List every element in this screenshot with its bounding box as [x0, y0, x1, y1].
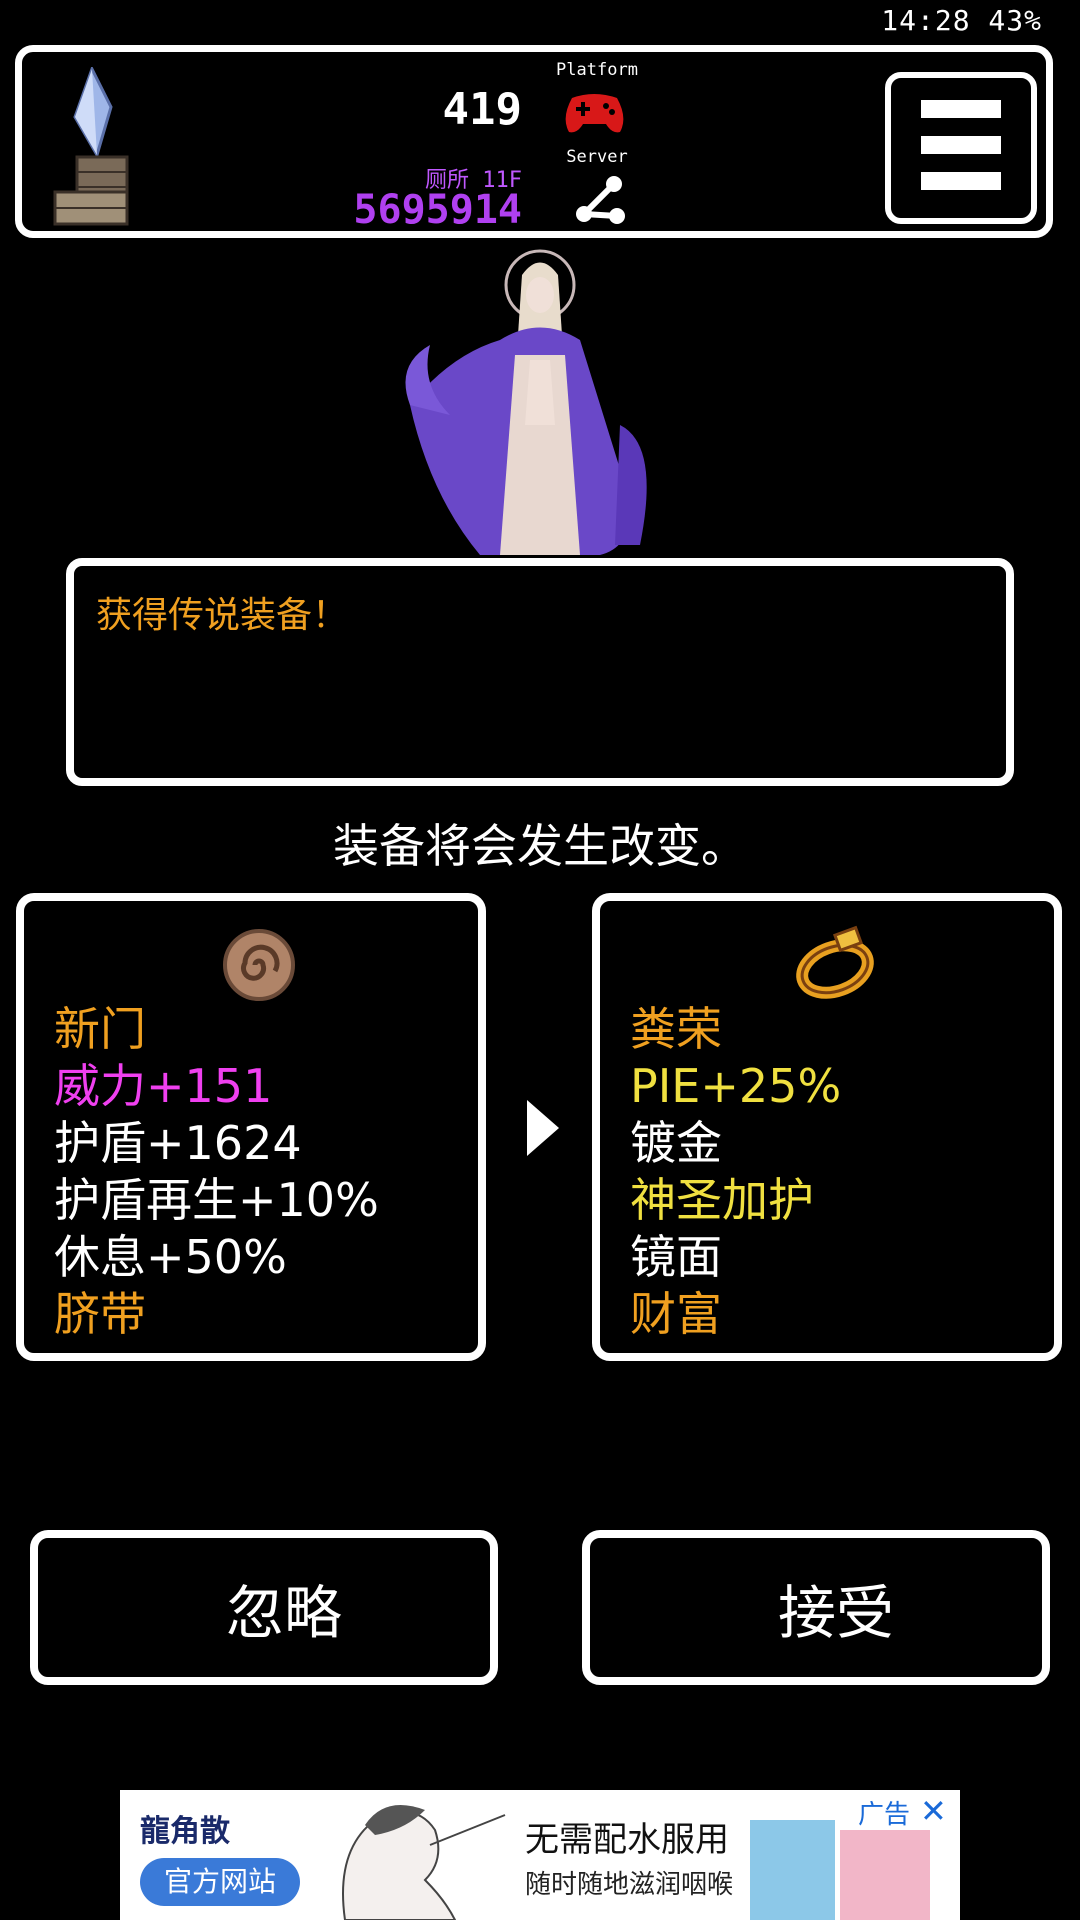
- stat-line: 粪荣: [630, 1002, 722, 1056]
- ad-brand: 龍角散: [140, 1814, 230, 1849]
- ignore-label: 忽略: [225, 1578, 342, 1647]
- stat-line: 护盾再生+10%: [54, 1173, 379, 1227]
- accept-label: 接受: [777, 1578, 894, 1647]
- ad-subline: 随时随地滋润咽喉: [525, 1870, 734, 1900]
- ad-banner[interactable]: 龍角散 官方网站 无需配水服用 随时随地滋润咽喉 广告 ✕: [120, 1790, 960, 1920]
- stat-line: 镜面: [630, 1230, 722, 1284]
- top-hud: 419 厕所 11F 5695914 Platform Server: [15, 45, 1053, 238]
- menu-icon: [921, 136, 1001, 154]
- current-item-stats: 新门 威力+151 护盾+1624 护盾再生+10% 休息+50% 脐带: [54, 1001, 379, 1343]
- gold-counter: 5695914: [353, 187, 522, 233]
- change-notice: 装备将会发生改变。: [333, 819, 747, 873]
- ad-close-icon[interactable]: ✕: [920, 1792, 947, 1830]
- share-icon[interactable]: [572, 172, 627, 227]
- throne-icon: [53, 155, 129, 226]
- gamepad-icon[interactable]: [562, 90, 627, 136]
- status-battery: 43%: [988, 4, 1042, 37]
- stat-line: 镀金: [630, 1116, 722, 1170]
- spiral-charm-icon: [223, 929, 295, 1001]
- golden-ring-icon: [796, 925, 874, 999]
- ad-headline: 无需配水服用: [525, 1820, 729, 1860]
- character-portrait: [405, 249, 647, 555]
- ad-product-pink: [840, 1830, 930, 1920]
- server-label: Server: [566, 147, 628, 167]
- menu-icon: [921, 100, 1001, 118]
- menu-button[interactable]: [885, 72, 1037, 224]
- status-time: 14:28: [881, 4, 971, 37]
- stat-line: PIE+25%: [630, 1059, 842, 1113]
- accept-button[interactable]: 接受: [582, 1530, 1050, 1685]
- stat-line: 护盾+1624: [54, 1116, 302, 1170]
- current-item-card: 新门 威力+151 护盾+1624 护盾再生+10% 休息+50% 脐带: [16, 893, 486, 1361]
- ad-website-button[interactable]: 官方网站: [140, 1858, 300, 1906]
- status-bar: 14:28 43%: [881, 4, 1042, 37]
- stat-line: 财富: [630, 1287, 722, 1341]
- new-item-card: 粪荣 PIE+25% 镀金 神圣加护 镜面 财富: [592, 893, 1062, 1361]
- stat-line: 威力+151: [54, 1059, 273, 1113]
- ad-person-image: [342, 1805, 506, 1920]
- stat-line: 神圣加护: [630, 1173, 814, 1227]
- ad-product-blue: [750, 1820, 835, 1920]
- message-box: 获得传说装备！: [66, 558, 1014, 786]
- stat-line: 新门: [54, 1002, 146, 1056]
- ad-tag: 广告: [858, 1800, 911, 1830]
- ignore-button[interactable]: 忽略: [30, 1530, 498, 1685]
- crystal-icon: [73, 67, 113, 157]
- menu-icon: [921, 172, 1001, 190]
- new-item-stats: 粪荣 PIE+25% 镀金 神圣加护 镜面 财富: [630, 1001, 841, 1343]
- message-text: 获得传说装备！: [96, 595, 349, 636]
- platform-label: Platform: [556, 60, 638, 80]
- compare-arrow-icon: [527, 1100, 559, 1156]
- stat-line: 脐带: [54, 1287, 146, 1341]
- hp-counter: 419: [442, 84, 522, 135]
- stat-line: 休息+50%: [54, 1230, 287, 1284]
